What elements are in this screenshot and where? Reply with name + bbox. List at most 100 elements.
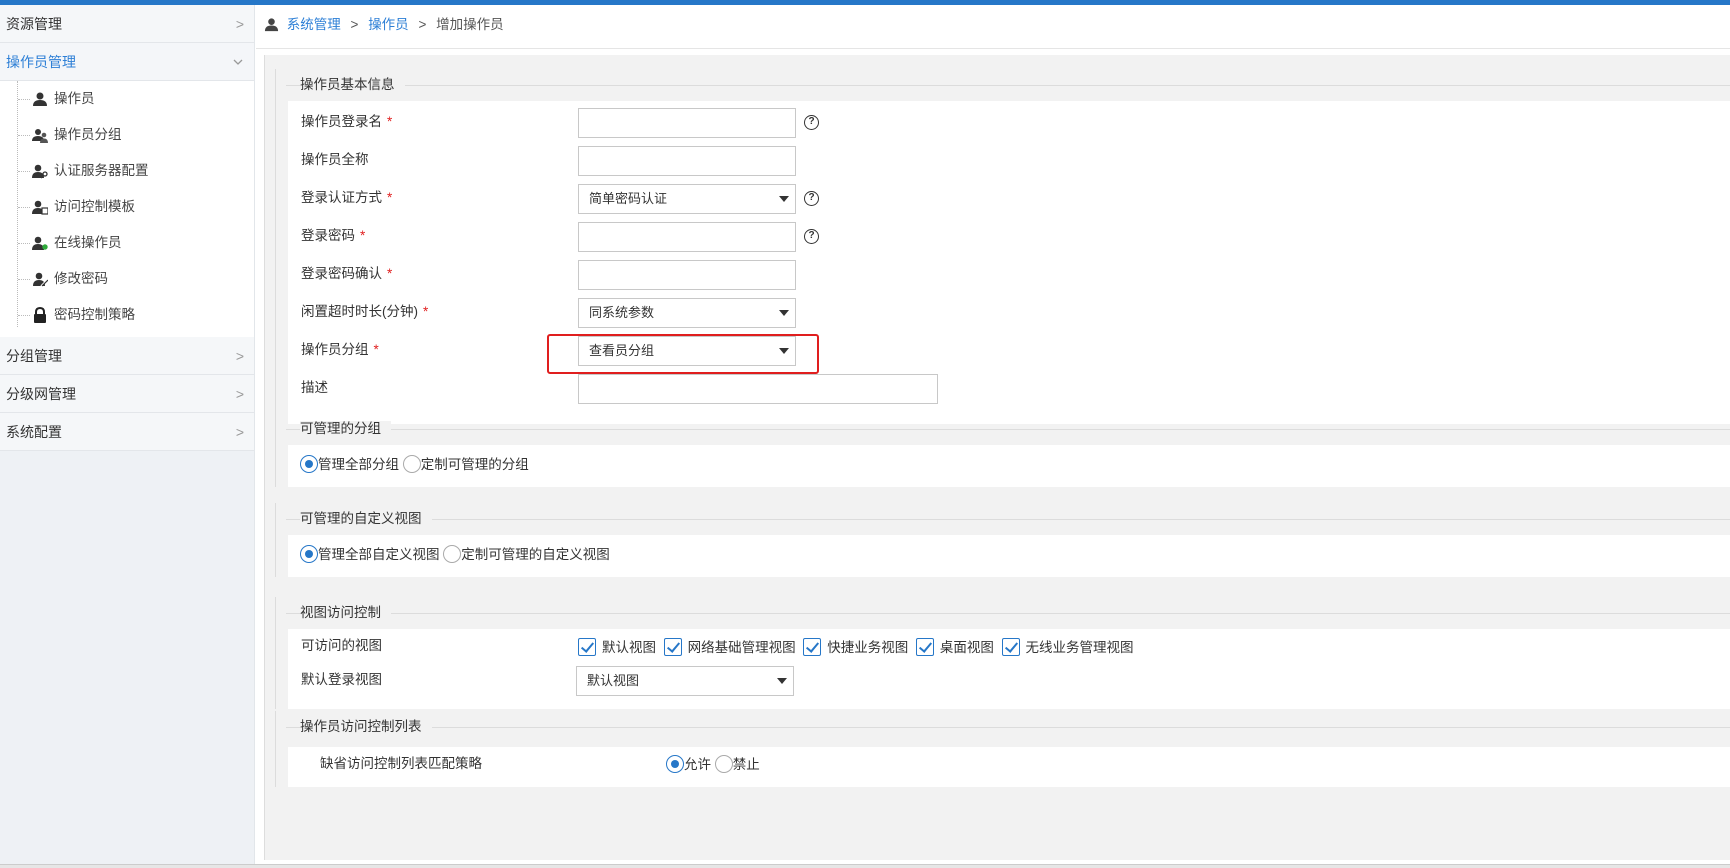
sidebar-item-password-policy[interactable]: 密码控制策略 <box>0 297 254 333</box>
main-area: 系统管理 > 操作员 > 增加操作员 操作员基本信息 操作员登录名 * ? 操作员… <box>256 5 1730 868</box>
sidebar-item-label: 认证服务器配置 <box>54 163 149 178</box>
sidebar-item-label: 操作员分组 <box>54 127 122 142</box>
sidebar-item-auth-server[interactable]: 认证服务器配置 <box>0 153 254 189</box>
breadcrumb-link-operator[interactable]: 操作员 <box>368 17 409 32</box>
row-password-confirm: 登录密码确认 * <box>288 255 1730 293</box>
highlight-box <box>547 334 819 374</box>
manageable-groups-body: 管理全部分组 定制可管理的分组 <box>288 445 1730 487</box>
field-label: 默认登录视图 <box>301 672 382 687</box>
user-group-icon <box>32 129 48 143</box>
auth-mode-select[interactable]: 简单密码认证 <box>578 184 796 214</box>
row-auth-mode: 登录认证方式 * 简单密码认证 ? <box>288 179 1730 217</box>
sidebar-item-change-password[interactable]: 修改密码 <box>0 261 254 297</box>
basic-info-body: 操作员登录名 * ? 操作员全称 登录认证方式 * 简单密码认证 ? 登录密码 * ? <box>288 101 1730 424</box>
chevron-down-icon <box>232 43 244 81</box>
sidebar-item-group-mgmt[interactable]: 分组管理 > <box>0 337 254 375</box>
user-icon <box>264 18 279 32</box>
section-basic-info: 操作员基本信息 操作员登录名 * ? 操作员全称 登录认证方式 * 简单密码认证 ? <box>275 69 1730 424</box>
checkbox-wireless-view[interactable] <box>1001 638 1020 656</box>
section-view-access: 视图访问控制 可访问的视图 默认视图 网络基础管理视图 快捷业务视图 桌面视图 … <box>275 597 1730 709</box>
sidebar-item-label: 资源管理 <box>6 16 62 32</box>
sidebar-item-label: 访问控制模板 <box>54 199 135 214</box>
radio-label: 允许 <box>684 757 711 772</box>
form-content: 操作员基本信息 操作员登录名 * ? 操作员全称 登录认证方式 * 简单密码认证 ? <box>264 55 1730 860</box>
help-icon[interactable]: ? <box>804 191 819 206</box>
section-manageable-groups: 可管理的分组 管理全部分组 定制可管理的分组 <box>275 413 1730 487</box>
field-label: 登录密码 * <box>301 228 366 243</box>
field-label: 操作员登录名 * <box>301 114 393 129</box>
radio-label: 禁止 <box>732 757 760 772</box>
section-title: 视图访问控制 <box>276 597 1730 629</box>
checkbox-default-view[interactable] <box>578 638 596 656</box>
sidebar-item-access-template[interactable]: 访问控制模板 <box>0 189 254 225</box>
checkbox-item: 无线业务管理视图 <box>1001 636 1134 656</box>
sidebar-item-operator-mgmt[interactable]: 操作员管理 <box>0 43 254 81</box>
section-manageable-views: 可管理的自定义视图 管理全部自定义视图 定制可管理的自定义视图 <box>275 503 1730 577</box>
sidebar-item-label: 系统配置 <box>6 424 62 440</box>
help-icon[interactable]: ? <box>804 229 819 244</box>
acl-policy-options: 允许 禁止 <box>666 755 760 775</box>
manageable-views-options: 管理全部自定义视图 定制可管理的自定义视图 <box>300 545 610 565</box>
chevron-right-icon: > <box>235 16 244 32</box>
sidebar-item-online-operator[interactable]: 在线操作员 <box>0 225 254 261</box>
lock-icon <box>34 307 46 323</box>
breadcrumb-current: 增加操作员 <box>436 17 504 32</box>
sidebar-item-label: 分级网管理 <box>6 386 76 402</box>
radio-label: 管理全部分组 <box>318 457 399 472</box>
user-template-icon <box>32 200 48 215</box>
sidebar-item-operator-group[interactable]: 操作员分组 <box>0 117 254 153</box>
radio-allow[interactable] <box>666 755 684 773</box>
full-name-input[interactable] <box>578 146 796 176</box>
bottom-border <box>0 864 1730 868</box>
section-title: 操作员基本信息 <box>276 69 1730 101</box>
sidebar-item-label: 操作员管理 <box>6 54 76 70</box>
row-description: 描述 <box>288 369 1730 407</box>
user-online-icon <box>32 236 48 250</box>
login-name-input[interactable] <box>578 108 796 138</box>
default-view-select[interactable]: 默认视图 <box>576 666 794 696</box>
description-input[interactable] <box>578 374 938 404</box>
radio-custom-views[interactable] <box>443 545 462 563</box>
radio-manage-all-views[interactable] <box>300 545 318 563</box>
radio-custom-groups[interactable] <box>402 455 421 473</box>
field-label: 闲置超时时长(分钟) * <box>301 304 429 319</box>
sidebar-item-resource-mgmt[interactable]: 资源管理 > <box>0 5 254 43</box>
breadcrumb-link-system-mgmt[interactable]: 系统管理 <box>287 17 341 32</box>
acl-body: 缺省访问控制列表匹配策略 允许 禁止 <box>288 747 1730 787</box>
sidebar-item-hier-net-mgmt[interactable]: 分级网管理 > <box>0 375 254 413</box>
sidebar-item-label: 分组管理 <box>6 348 62 364</box>
help-icon[interactable]: ? <box>804 115 819 130</box>
password-input[interactable] <box>578 222 796 252</box>
user-icon <box>33 92 47 106</box>
checkbox-item: 桌面视图 <box>915 636 994 656</box>
row-login-name: 操作员登录名 * ? <box>288 103 1730 141</box>
operator-submenu: 操作员 操作员分组 认证服务器配置 访问控制模板 在线操作员 修改密码 密码控制… <box>0 81 254 337</box>
radio-deny[interactable] <box>714 755 733 773</box>
accessible-views-list: 默认视图 网络基础管理视图 快捷业务视图 桌面视图 无线业务管理视图 <box>578 636 1138 656</box>
radio-label: 管理全部自定义视图 <box>318 547 440 562</box>
breadcrumb: 系统管理 > 操作员 > 增加操作员 <box>256 5 1730 49</box>
section-title: 可管理的分组 <box>276 413 1730 445</box>
field-label: 操作员全称 <box>301 152 369 167</box>
sidebar-item-sys-config[interactable]: 系统配置 > <box>0 413 254 451</box>
checkbox-desktop-view[interactable] <box>915 638 934 656</box>
user-key-icon <box>32 164 48 179</box>
row-password: 登录密码 * ? <box>288 217 1730 255</box>
checkbox-quick-service-view[interactable] <box>803 638 822 656</box>
dropdown-arrow-icon <box>779 310 789 316</box>
sidebar-item-label: 在线操作员 <box>54 235 122 250</box>
manageable-views-body: 管理全部自定义视图 定制可管理的自定义视图 <box>288 535 1730 577</box>
checkbox-network-view[interactable] <box>663 638 682 656</box>
chevron-right-icon: > <box>235 424 244 440</box>
password-confirm-input[interactable] <box>578 260 796 290</box>
sidebar-item-operator[interactable]: 操作员 <box>0 81 254 117</box>
view-access-body: 可访问的视图 默认视图 网络基础管理视图 快捷业务视图 桌面视图 无线业务管理视… <box>288 629 1730 709</box>
section-title: 可管理的自定义视图 <box>276 503 1730 535</box>
radio-manage-all-groups[interactable] <box>300 455 318 473</box>
radio-label: 定制可管理的分组 <box>420 457 529 472</box>
idle-timeout-select[interactable]: 同系统参数 <box>578 298 796 328</box>
sidebar: 资源管理 > 操作员管理 操作员 操作员分组 认证服务器配置 访问控制模板 在线… <box>0 5 255 868</box>
checkbox-item: 默认视图 <box>578 636 656 656</box>
breadcrumb-separator: > <box>418 17 427 32</box>
row-full-name: 操作员全称 <box>288 141 1730 179</box>
